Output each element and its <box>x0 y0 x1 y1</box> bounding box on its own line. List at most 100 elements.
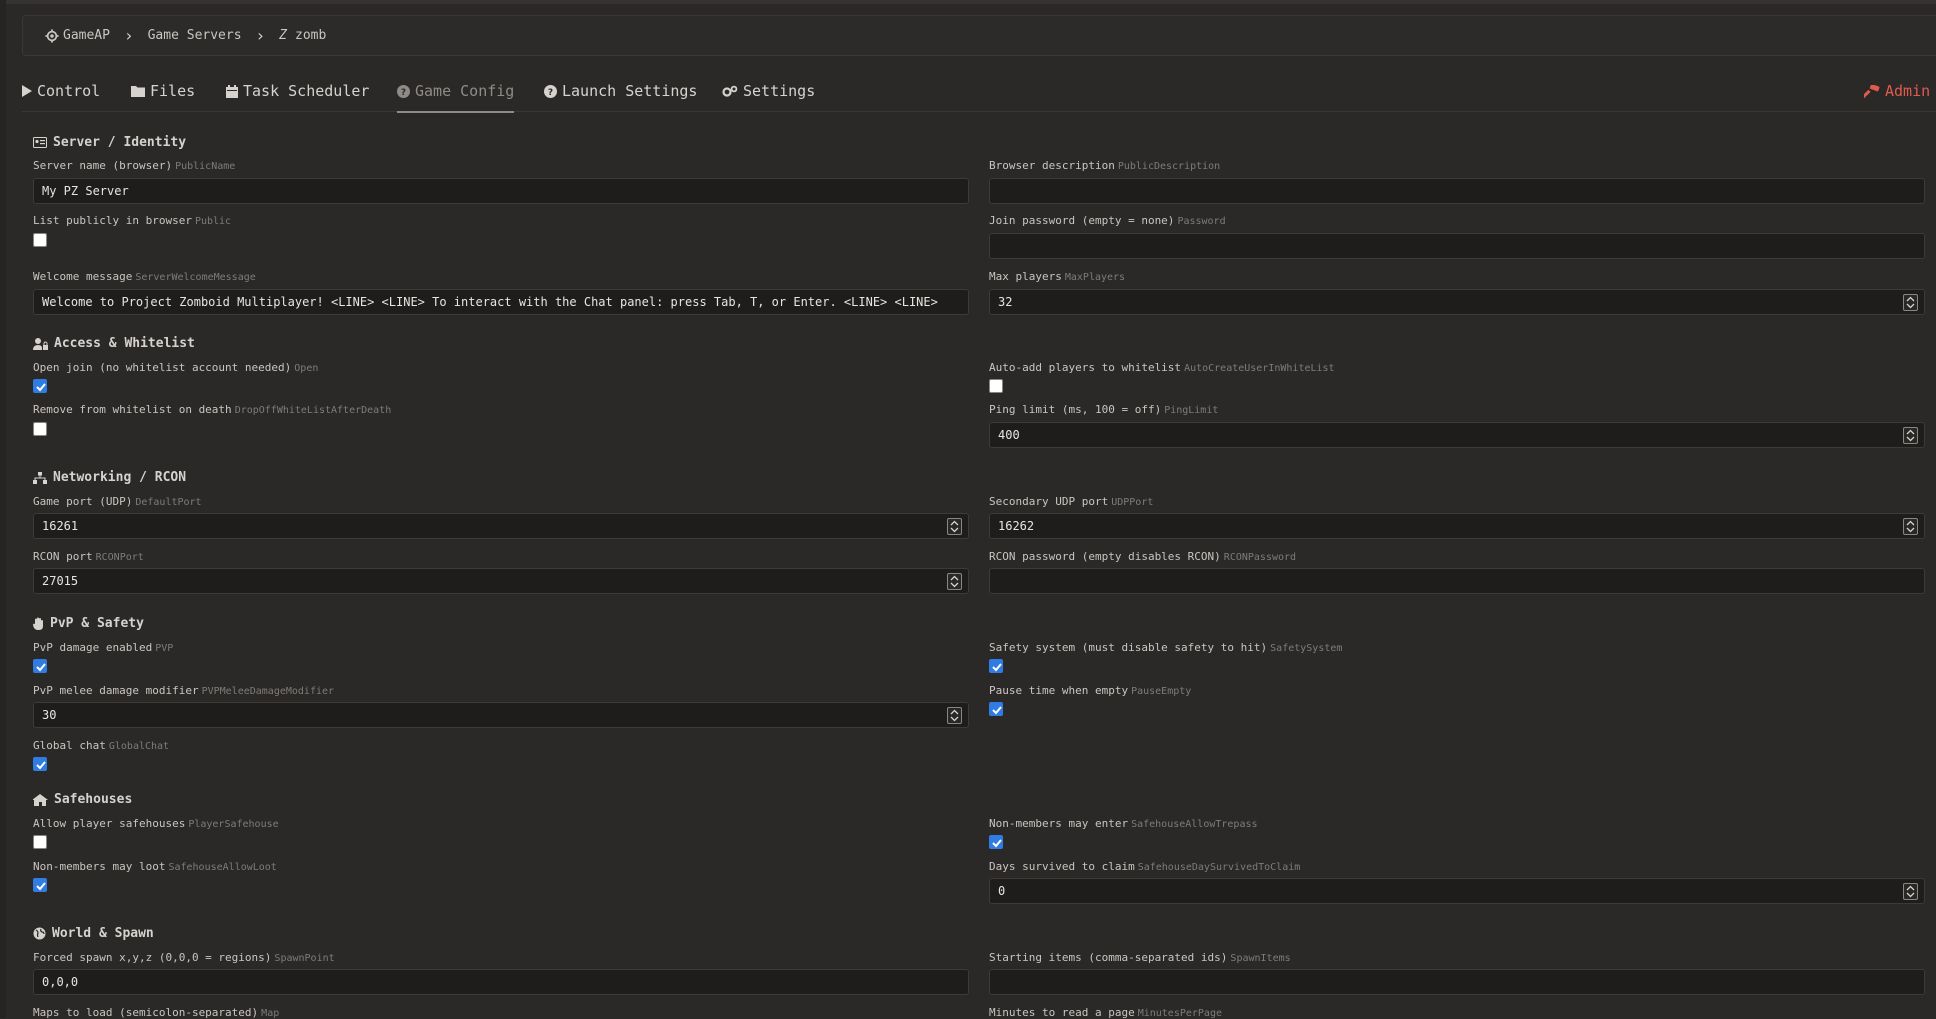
spawn-items-input[interactable] <box>989 969 1925 995</box>
password-label: Join password (empty = none) Password <box>989 214 1226 227</box>
days-to-claim-input[interactable]: 0 <box>989 878 1925 904</box>
breadcrumb-servers[interactable]: Game Servers <box>148 28 242 43</box>
auto-create-label: Auto-add players to whitelist AutoCreateU… <box>989 361 1335 374</box>
rcon-password-input[interactable] <box>989 568 1925 594</box>
loot-checkbox[interactable] <box>33 878 47 892</box>
spinner-icon[interactable] <box>1903 883 1918 900</box>
loot-label: Non-members may loot SafehouseAllowLoot <box>33 860 277 873</box>
rcon-port-input[interactable]: 27015 <box>33 568 969 594</box>
key-text: PublicDescription <box>1117 161 1221 172</box>
global-chat-checkbox[interactable] <box>33 757 47 771</box>
chevron-right-icon: › <box>255 25 266 45</box>
input-value: 0 <box>998 884 1006 898</box>
key-text: DropOffWhiteListAfterDeath <box>234 405 392 416</box>
section-network-title: Networking / RCON <box>33 470 186 485</box>
tab-settings[interactable]: Settings <box>722 78 815 112</box>
spinner-icon[interactable] <box>947 573 962 590</box>
key-text: MinutesPerPage <box>1137 1008 1222 1019</box>
melee-modifier-label: PvP melee damage modifier PVPMeleeDamageM… <box>33 684 334 697</box>
key-text: PingLimit <box>1164 405 1219 416</box>
input-value: 32 <box>998 295 1013 309</box>
player-safehouse-label: Allow player safehouses PlayerSafehouse <box>33 817 279 830</box>
tab-control[interactable]: Control <box>22 78 100 112</box>
gameap-logo-icon <box>45 28 59 43</box>
tab-files[interactable]: Files <box>131 78 195 112</box>
hammer-icon <box>1864 85 1880 99</box>
public-name-input[interactable]: My PZ Server <box>33 178 969 204</box>
tab-task-scheduler[interactable]: Task Scheduler <box>226 78 369 112</box>
trespass-checkbox[interactable] <box>989 835 1003 849</box>
breadcrumb-root[interactable]: GameAP <box>45 28 110 43</box>
key-text: Public <box>194 216 232 227</box>
folder-icon <box>131 86 145 97</box>
default-port-input[interactable]: 16261 <box>33 513 969 539</box>
house-icon <box>33 793 48 806</box>
welcome-message-label: Welcome message ServerWelcomeMessage <box>33 270 256 283</box>
safety-checkbox[interactable] <box>989 659 1003 673</box>
key-text: PauseEmpty <box>1131 686 1192 697</box>
label-text: Minutes to read a page <box>989 1006 1135 1019</box>
player-safehouse-checkbox[interactable] <box>33 835 47 849</box>
spinner-icon[interactable] <box>947 707 962 724</box>
breadcrumb-root-label: GameAP <box>63 28 110 43</box>
melee-modifier-input[interactable]: 30 <box>33 702 969 728</box>
spinner-icon[interactable] <box>1903 518 1918 535</box>
pause-empty-checkbox[interactable] <box>989 702 1003 716</box>
spawn-items-label: Starting items (comma-separated ids) Spaw… <box>989 951 1291 964</box>
input-value: 16262 <box>998 519 1035 533</box>
section-world-title: World & Spawn <box>33 926 154 941</box>
label-text: Allow player safehouses <box>33 817 186 830</box>
password-input[interactable] <box>989 233 1925 259</box>
input-value: 16261 <box>42 519 79 533</box>
input-value: 0,0,0 <box>42 975 79 989</box>
key-text: AutoCreateUserInWhiteList <box>1184 363 1335 374</box>
label-text: Server name (browser) <box>33 159 173 172</box>
udp-port-input[interactable]: 16262 <box>989 513 1925 539</box>
label-text: Browser description <box>989 159 1115 172</box>
spawn-point-input[interactable]: 0,0,0 <box>33 969 969 995</box>
label-text: Starting items (comma-separated ids) <box>989 951 1228 964</box>
key-text: Open <box>294 363 319 374</box>
calendar-icon <box>226 85 238 98</box>
ping-limit-input[interactable]: 400 <box>989 422 1925 448</box>
tab-launch-settings[interactable]: ? Launch Settings <box>544 78 697 112</box>
section-network-label: Networking / RCON <box>53 470 187 485</box>
section-access-title: Access & Whitelist <box>33 336 195 351</box>
label-text: RCON password (empty disables RCON) <box>989 550 1221 563</box>
global-chat-label: Global chat GlobalChat <box>33 739 169 752</box>
key-text: PlayerSafehouse <box>188 819 279 830</box>
label-text: Pause time when empty <box>989 684 1129 697</box>
key-text: DefaultPort <box>135 497 202 508</box>
max-players-input[interactable]: 32 <box>989 289 1925 315</box>
breadcrumb-current: Z zomb <box>279 28 326 43</box>
input-value: Welcome to Project Zomboid Multiplayer! … <box>42 295 938 309</box>
spinner-icon[interactable] <box>1903 427 1918 444</box>
spinner-icon[interactable] <box>947 518 962 535</box>
label-text: Global chat <box>33 739 106 752</box>
tab-admin[interactable]: Admin <box>1864 78 1930 112</box>
play-icon <box>22 85 32 97</box>
drop-off-checkbox[interactable] <box>33 422 47 436</box>
key-text: Map <box>261 1008 280 1019</box>
key-text: SafehouseDaySurvivedToClaim <box>1137 862 1301 873</box>
key-text: SafehouseAllowLoot <box>168 862 277 873</box>
tab-bar: Control Files Task Scheduler ? Game Conf… <box>22 78 1936 113</box>
tab-game-config-label: Game Config <box>415 82 515 100</box>
left-edge <box>0 0 6 1018</box>
public-checkbox[interactable] <box>33 233 47 247</box>
tab-settings-label: Settings <box>743 82 816 100</box>
auto-create-checkbox[interactable] <box>989 379 1003 393</box>
key-text: UDPPort <box>1111 497 1154 508</box>
tab-game-config[interactable]: ? Game Config <box>397 78 515 113</box>
days-to-claim-label: Days survived to claim SafehouseDaySurviv… <box>989 860 1300 873</box>
spinner-icon[interactable] <box>1903 294 1918 311</box>
label-text: RCON port <box>33 550 93 563</box>
key-text: PublicName <box>175 161 236 172</box>
key-text: SafetySystem <box>1270 643 1343 654</box>
open-checkbox[interactable] <box>33 379 47 393</box>
welcome-message-input[interactable]: Welcome to Project Zomboid Multiplayer! … <box>33 289 969 315</box>
pvp-checkbox[interactable] <box>33 659 47 673</box>
label-text: Secondary UDP port <box>989 495 1109 508</box>
public-description-input[interactable] <box>989 178 1925 204</box>
label-text: PvP damage enabled <box>33 641 153 654</box>
